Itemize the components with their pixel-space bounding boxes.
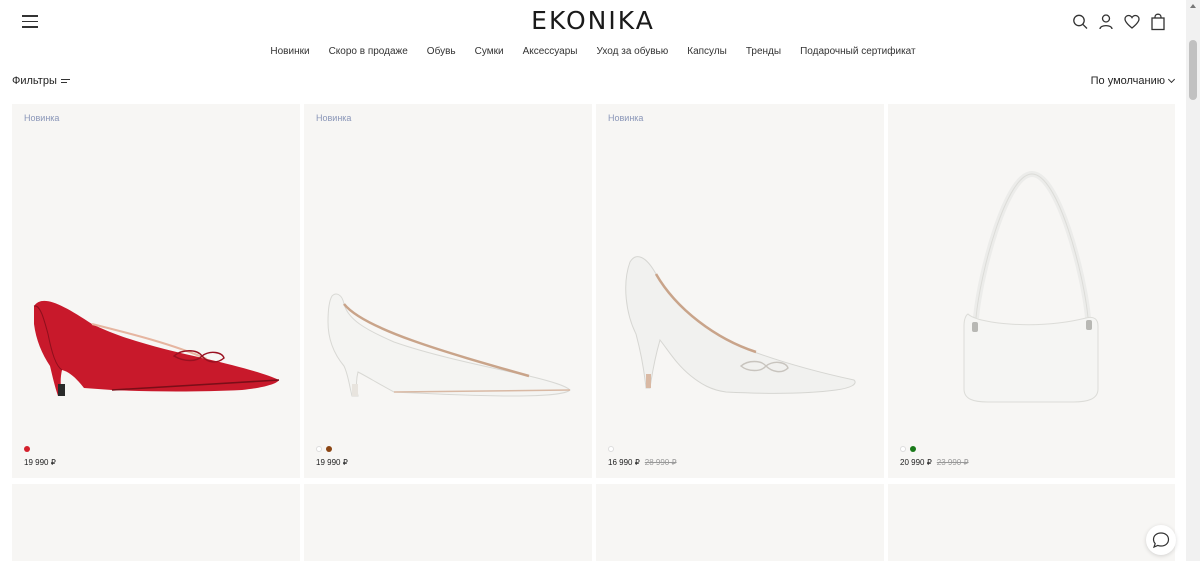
price-row: 16 990 ₽ 28 990 ₽ — [608, 458, 677, 467]
product-grid: Новинка 19 990 ₽ Новинка 19 990 ₽ Новинк… — [12, 104, 1175, 561]
heart-icon[interactable] — [1124, 13, 1140, 31]
scrollbar-thumb[interactable] — [1189, 40, 1197, 100]
color-swatches — [900, 446, 916, 452]
white-bag-image — [963, 170, 1099, 403]
chat-icon — [1152, 532, 1170, 549]
color-swatch-white[interactable] — [316, 446, 322, 452]
scroll-up-icon[interactable] — [1190, 4, 1196, 8]
catalog-toolbar: Фильтры По умолчанию — [12, 75, 1176, 91]
product-card[interactable] — [12, 484, 300, 561]
product-card[interactable]: Новинка 19 990 ₽ — [12, 104, 300, 478]
nav-item-coming-soon[interactable]: Скоро в продаже — [329, 46, 408, 57]
product-card[interactable]: 20 990 ₽ 23 990 ₽ — [888, 104, 1175, 478]
new-badge: Новинка — [316, 113, 352, 123]
color-swatch-white[interactable] — [900, 446, 906, 452]
new-badge: Новинка — [608, 113, 644, 123]
search-icon[interactable] — [1072, 13, 1088, 31]
sort-label: По умолчанию — [1090, 75, 1165, 87]
color-swatch-white[interactable] — [608, 446, 614, 452]
filters-label: Фильтры — [12, 75, 57, 87]
bag-icon[interactable] — [1150, 13, 1166, 31]
site-header: EKONIKA — [0, 0, 1186, 70]
price-row: 19 990 ₽ — [24, 458, 56, 467]
color-swatch-brown[interactable] — [326, 446, 332, 452]
new-badge: Новинка — [24, 113, 60, 123]
chat-button[interactable] — [1146, 525, 1176, 555]
nav-item-bags[interactable]: Сумки — [475, 46, 504, 57]
nav-item-trends[interactable]: Тренды — [746, 46, 781, 57]
color-swatch-green[interactable] — [910, 446, 916, 452]
nav-item-gift-card[interactable]: Подарочный сертификат — [800, 46, 916, 57]
nav-item-accessories[interactable]: Аксессуары — [523, 46, 578, 57]
red-pump-image — [33, 300, 280, 396]
scrollbar[interactable] — [1186, 0, 1200, 561]
color-swatches — [24, 446, 30, 452]
color-swatch-red[interactable] — [24, 446, 30, 452]
price-row: 20 990 ₽ 23 990 ₽ — [900, 458, 969, 467]
filter-icon — [60, 77, 70, 85]
old-price: 23 990 ₽ — [936, 458, 969, 467]
price-row: 19 990 ₽ — [316, 458, 348, 467]
price: 19 990 ₽ — [24, 458, 56, 467]
nav-item-new[interactable]: Новинки — [270, 46, 309, 57]
logo[interactable]: EKONIKA — [0, 6, 1186, 35]
product-card[interactable] — [888, 484, 1175, 561]
product-card[interactable]: Новинка 19 990 ₽ — [304, 104, 592, 478]
chevron-down-icon — [1167, 75, 1176, 84]
product-card[interactable] — [304, 484, 592, 561]
nav-item-shoes[interactable]: Обувь — [427, 46, 456, 57]
price: 20 990 ₽ — [900, 458, 932, 467]
price: 19 990 ₽ — [316, 458, 348, 467]
white-pump-image — [327, 293, 571, 397]
old-price: 28 990 ₽ — [644, 458, 677, 467]
product-card[interactable]: Новинка 16 990 ₽ 28 990 ₽ — [596, 104, 884, 478]
main-nav: Новинки Скоро в продаже Обувь Сумки Аксе… — [0, 46, 1186, 57]
nav-item-shoe-care[interactable]: Уход за обувью — [596, 46, 668, 57]
white-heel-image — [625, 256, 856, 394]
sort-dropdown[interactable]: По умолчанию — [1090, 75, 1176, 87]
price: 16 990 ₽ — [608, 458, 640, 467]
color-swatches — [316, 446, 332, 452]
user-icon[interactable] — [1098, 13, 1114, 31]
header-icons — [1072, 13, 1166, 31]
color-swatches — [608, 446, 614, 452]
nav-item-capsules[interactable]: Капсулы — [687, 46, 727, 57]
filters-button[interactable]: Фильтры — [12, 75, 70, 87]
product-card[interactable] — [596, 484, 884, 561]
